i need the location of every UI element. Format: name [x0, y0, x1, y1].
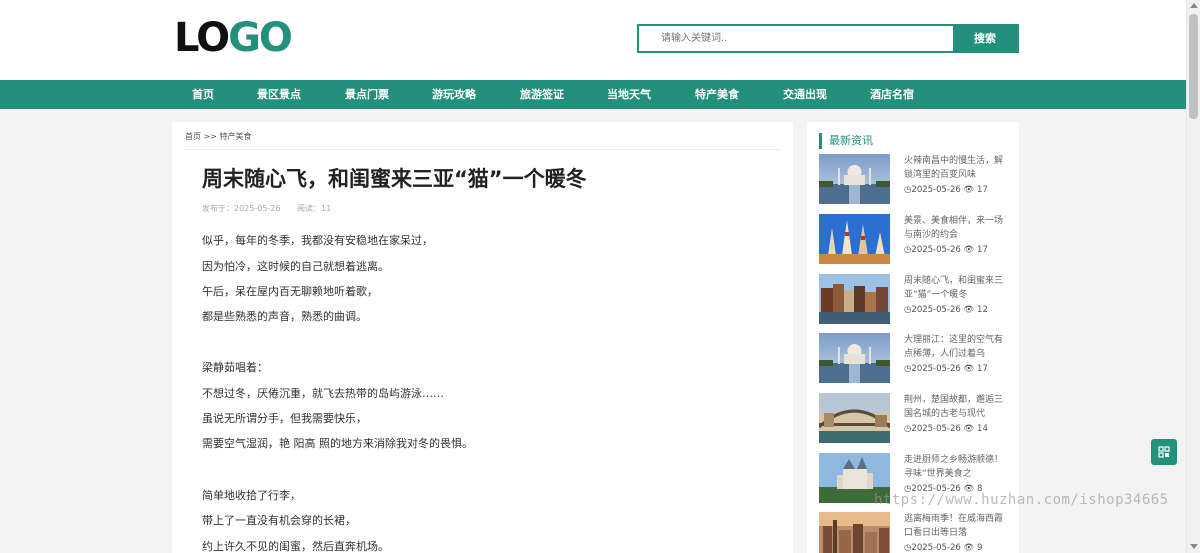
publish-date: 发布于：2025-05-26: [202, 204, 281, 213]
news-meta: ◷2025-05-26 👁︎ 17: [904, 185, 988, 195]
news-views: 17: [977, 364, 988, 374]
news-views: 17: [977, 185, 988, 195]
news-meta: ◷2025-05-26 👁︎ 12: [904, 305, 988, 315]
news-item[interactable]: 美景、美食相伴，来一场与南沙的约会 ◷2025-05-26 👁︎ 17: [819, 214, 1009, 264]
search-button[interactable]: 搜索: [953, 26, 1017, 51]
logo-text-part1: LO: [174, 15, 230, 61]
eye-icon: 👁︎: [963, 245, 975, 255]
search-box: 搜索: [637, 24, 1019, 53]
site-logo[interactable]: LO GO: [174, 15, 293, 61]
article-paragraph-line: 因为怕冷，这时候的自己就想着逃离。: [202, 260, 389, 273]
nav-item-home[interactable]: 首页: [192, 80, 214, 109]
article-paragraph-line: 午后，呆在屋内百无聊赖地听着歌，: [202, 285, 378, 298]
article-paragraph-line: 梁静茹唱着：: [202, 361, 268, 374]
nav-item-hotels[interactable]: 酒店名宿: [870, 80, 914, 109]
news-title[interactable]: 大理丽江：这里的空气有点稀薄，人们过着乌: [904, 333, 1007, 361]
news-thumbnail[interactable]: [819, 154, 890, 204]
news-item[interactable]: 周末随心飞，和闺蜜来三亚“猫”一个暖冬 ◷2025-05-26 👁︎ 12: [819, 274, 1009, 324]
nav-item-tickets[interactable]: 景点门票: [345, 80, 389, 109]
logo-text-part2: GO: [228, 15, 293, 61]
article-meta: 发布于：2025-05-26 阅读：11: [202, 203, 345, 214]
news-date: 2025-05-26: [911, 305, 961, 315]
article-paragraph-line: 约上许久不见的闺蜜，然后直奔机场。: [202, 540, 389, 553]
news-date: 2025-05-26: [911, 245, 961, 255]
news-date: 2025-05-26: [911, 543, 961, 553]
news-views: 12: [977, 305, 988, 315]
nav-item-visa[interactable]: 旅游签证: [520, 80, 564, 109]
news-date: 2025-05-26: [911, 364, 961, 374]
news-item[interactable]: 荆州，楚国故都，邂逅三国名城的古老与现代 ◷2025-05-26 👁︎ 14: [819, 393, 1009, 443]
article-panel: 首页 >> 特产美食 周末随心飞，和闺蜜来三亚“猫”一个暖冬 发布于：2025-…: [172, 122, 793, 553]
news-views: 14: [977, 424, 988, 434]
breadcrumb-separator: >>: [203, 132, 217, 141]
news-views: 17: [977, 245, 988, 255]
nav-item-guides[interactable]: 游玩攻略: [432, 80, 476, 109]
scroll-down-arrow-icon[interactable]: [1190, 544, 1198, 549]
site-header: LOGO 搜索: [0, 0, 1186, 80]
news-meta: ◷2025-05-26 👁︎ 17: [904, 364, 988, 374]
view-count: 阅读：11: [297, 204, 332, 213]
news-thumbnail[interactable]: [819, 214, 890, 264]
breadcrumb-current[interactable]: 特产美食: [220, 132, 252, 141]
eye-icon: 👁︎: [963, 185, 975, 195]
article-paragraph-line: 不想过冬，厌倦沉重，就飞去热带的岛屿游泳……: [202, 387, 444, 400]
news-title[interactable]: 逃离梅雨季！在威海西霞口看日出等日落: [904, 512, 1007, 540]
news-thumbnail[interactable]: [819, 393, 890, 443]
nav-item-scenic-spots[interactable]: 景区景点: [257, 80, 301, 109]
news-meta: ◷2025-05-26 👁︎ 9: [904, 543, 982, 553]
article-paragraph-line: 简单地收拾了行李，: [202, 489, 301, 502]
eye-icon: 👁︎: [963, 364, 975, 374]
main-nav: 首页 景区景点 景点门票 游玩攻略 旅游签证 当地天气 特产美食 交通出现 酒店…: [0, 80, 1186, 109]
article-paragraph-line: 虽说无所谓分手，但我需要快乐，: [202, 412, 367, 425]
nav-item-food[interactable]: 特产美食: [695, 80, 739, 109]
nav-item-weather[interactable]: 当地天气: [607, 80, 651, 109]
news-meta: ◷2025-05-26 👁︎ 17: [904, 245, 988, 255]
news-meta: ◷2025-05-26 👁︎ 14: [904, 424, 988, 434]
news-thumbnail[interactable]: [819, 333, 890, 383]
news-date: 2025-05-26: [911, 424, 961, 434]
scroll-thumb[interactable]: [1189, 14, 1198, 119]
article-paragraph-line: 需要空气湿润，艳 阳高 照的地方来消除我对冬的畏惧。: [202, 437, 473, 450]
news-thumbnail[interactable]: [819, 512, 890, 553]
article-paragraph-line: 带上了一直没有机会穿的长裙，: [202, 514, 356, 527]
news-date: 2025-05-26: [911, 185, 961, 195]
article-paragraph-line: 似乎，每年的冬季，我都没有安稳地在家呆过，: [202, 234, 433, 247]
watermark-text: https://www.huzhan.com/ishop34665: [874, 492, 1169, 508]
news-views: 9: [977, 543, 983, 553]
breadcrumb-home[interactable]: 首页: [185, 132, 201, 141]
scroll-up-arrow-icon[interactable]: [1190, 3, 1198, 8]
news-title[interactable]: 火辣南昌中的慢生活，解锁湾里的百变风味: [904, 154, 1007, 182]
eye-icon: 👁︎: [963, 543, 975, 553]
breadcrumb-divider: [183, 149, 780, 150]
floating-qrcode-button[interactable]: [1151, 439, 1177, 465]
news-title[interactable]: 美景、美食相伴，来一场与南沙的约会: [904, 214, 1007, 242]
news-item[interactable]: 火辣南昌中的慢生活，解锁湾里的百变风味 ◷2025-05-26 👁︎ 17: [819, 154, 1009, 204]
breadcrumb: 首页 >> 特产美食: [185, 131, 252, 142]
eye-icon: 👁︎: [963, 305, 975, 315]
article-title: 周末随心飞，和闺蜜来三亚“猫”一个暖冬: [202, 167, 587, 191]
search-input[interactable]: [639, 26, 955, 51]
article-paragraph-line: 都是些熟悉的声音，熟悉的曲调。: [202, 310, 367, 323]
eye-icon: 👁︎: [963, 424, 975, 434]
news-item[interactable]: 大理丽江：这里的空气有点稀薄，人们过着乌 ◷2025-05-26 👁︎ 17: [819, 333, 1009, 383]
news-title[interactable]: 走进厨师之乡畅游顺德！寻味“世界美食之: [904, 453, 1007, 481]
news-title[interactable]: 荆州，楚国故都，邂逅三国名城的古老与现代: [904, 393, 1007, 421]
nav-item-transport[interactable]: 交通出现: [783, 80, 827, 109]
sidebar-heading: 最新资讯: [819, 133, 873, 149]
latest-news-sidebar: 最新资讯 火辣南昌中的慢生活，解锁湾里的百变风味 ◷2025-05-26 👁︎ 1…: [807, 122, 1019, 553]
qrcode-icon: [1158, 446, 1170, 458]
news-item[interactable]: 逃离梅雨季！在威海西霞口看日出等日落 ◷2025-05-26 👁︎ 9: [819, 512, 1009, 553]
page-scrollbar[interactable]: [1186, 0, 1200, 553]
news-title[interactable]: 周末随心飞，和闺蜜来三亚“猫”一个暖冬: [904, 274, 1007, 302]
news-thumbnail[interactable]: [819, 274, 890, 324]
